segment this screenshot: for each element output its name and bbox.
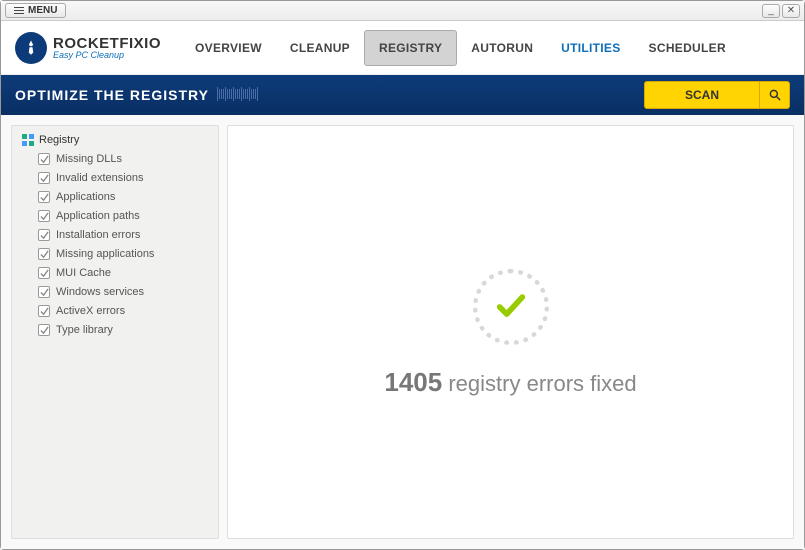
tab-scheduler[interactable]: SCHEDULER [635,23,740,73]
tree-item[interactable]: Windows services [38,286,208,298]
title-bar: MENU _ ✕ [1,1,804,21]
result-text: 1405 registry errors fixed [384,367,636,398]
checkbox[interactable] [38,210,50,222]
search-icon [759,82,789,108]
tab-autorun[interactable]: AUTORUN [457,23,547,73]
tree-item[interactable]: ActiveX errors [38,305,208,317]
app-window: MENU _ ✕ ROCKETFIXIO Easy PC Cleanup OVE… [0,0,805,550]
tree-item-label: Missing applications [56,248,154,260]
content: Registry Missing DLLs Invalid extensions… [1,115,804,549]
tree-item-label: MUI Cache [56,267,111,279]
header: ROCKETFIXIO Easy PC Cleanup OVERVIEW CLE… [1,21,804,75]
tree-item-label: Windows services [56,286,144,298]
tree-item[interactable]: Applications [38,191,208,203]
tree-item[interactable]: Installation errors [38,229,208,241]
result-label: registry errors fixed [448,371,636,396]
main-panel: 1405 registry errors fixed [227,125,794,539]
close-icon: ✕ [787,5,795,16]
menu-label: MENU [28,5,57,16]
logo: ROCKETFIXIO Easy PC Cleanup [15,32,161,64]
tab-overview[interactable]: OVERVIEW [181,23,276,73]
registry-icon [22,134,34,146]
minimize-icon: _ [768,5,774,16]
window-controls: _ ✕ [762,4,800,18]
checkbox[interactable] [38,153,50,165]
success-icon [471,267,551,347]
action-bar: OPTIMIZE THE REGISTRY SCAN [1,75,804,115]
tree-item-label: ActiveX errors [56,305,125,317]
tree-item[interactable]: Invalid extensions [38,172,208,184]
page-title-text: OPTIMIZE THE REGISTRY [15,87,209,103]
close-button[interactable]: ✕ [782,4,800,18]
tree-item-label: Invalid extensions [56,172,143,184]
scan-button[interactable]: SCAN [644,81,790,109]
checkbox[interactable] [38,286,50,298]
tree-item-label: Application paths [56,210,140,222]
tree-list: Missing DLLs Invalid extensions Applicat… [22,153,208,336]
tree-root-label: Registry [39,134,79,146]
tree-item[interactable]: MUI Cache [38,267,208,279]
tree-root[interactable]: Registry [22,134,208,146]
ruler-icon [217,89,258,101]
tree-item-label: Installation errors [56,229,140,241]
sidebar: Registry Missing DLLs Invalid extensions… [11,125,219,539]
tree-item[interactable]: Missing applications [38,248,208,260]
tab-utilities[interactable]: UTILITIES [547,23,634,73]
logo-title: ROCKETFIXIO [53,36,161,51]
menu-button[interactable]: MENU [5,3,66,18]
checkbox[interactable] [38,305,50,317]
hamburger-icon [14,5,24,16]
checkbox[interactable] [38,267,50,279]
tree-item-label: Missing DLLs [56,153,122,165]
rocket-icon [15,32,47,64]
result-count: 1405 [384,367,442,397]
tree-item[interactable]: Application paths [38,210,208,222]
tab-registry[interactable]: REGISTRY [364,30,457,66]
checkbox[interactable] [38,229,50,241]
tree-item-label: Applications [56,191,115,203]
tree-item[interactable]: Missing DLLs [38,153,208,165]
tree-item[interactable]: Type library [38,324,208,336]
checkbox[interactable] [38,172,50,184]
checkbox[interactable] [38,248,50,260]
page-title: OPTIMIZE THE REGISTRY [15,87,258,103]
checkbox[interactable] [38,324,50,336]
tree-item-label: Type library [56,324,113,336]
logo-subtitle: Easy PC Cleanup [53,51,161,60]
tab-cleanup[interactable]: CLEANUP [276,23,364,73]
scan-label: SCAN [645,88,759,102]
checkbox[interactable] [38,191,50,203]
minimize-button[interactable]: _ [762,4,780,18]
nav-tabs: OVERVIEW CLEANUP REGISTRY AUTORUN UTILIT… [181,23,740,73]
